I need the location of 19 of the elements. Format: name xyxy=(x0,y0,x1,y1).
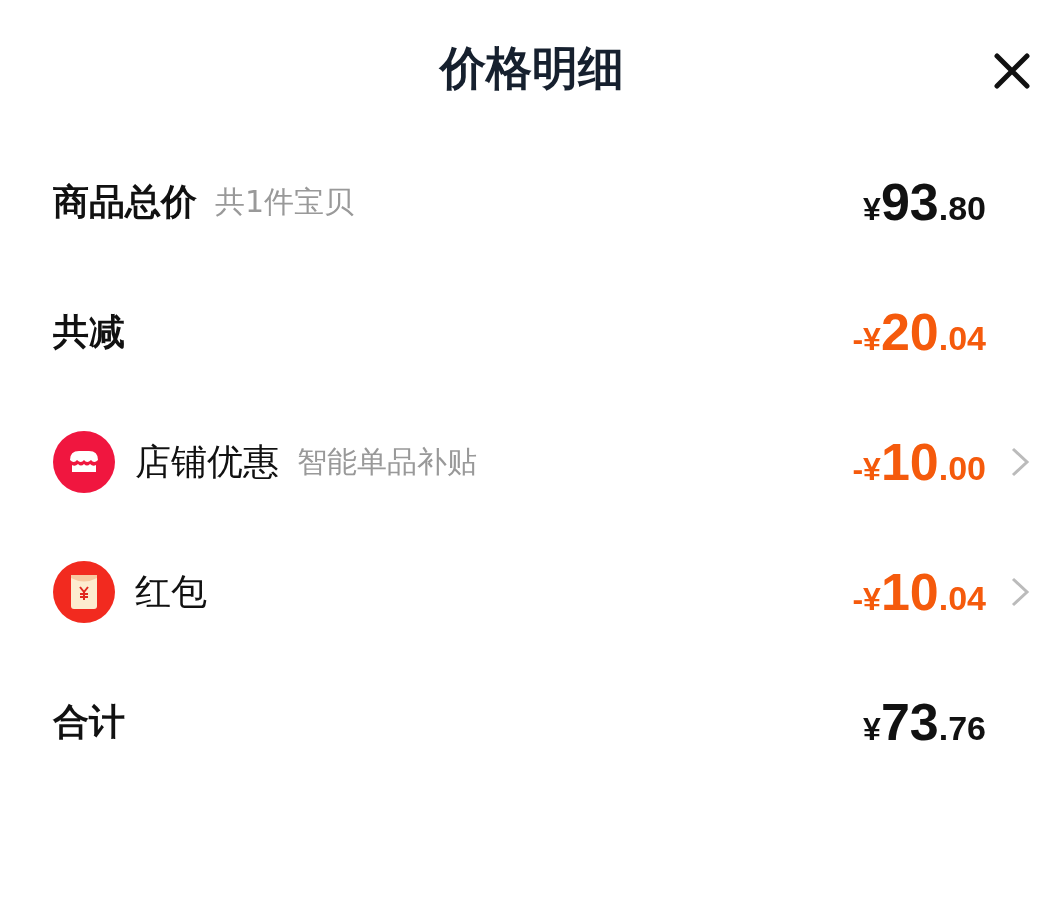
chevron-icon[interactable] xyxy=(1010,446,1030,478)
row-label: 店铺优惠 xyxy=(135,439,279,484)
close-button[interactable] xyxy=(993,52,1031,90)
price-amount: -¥10.04 xyxy=(852,562,986,622)
row-label: 共减 xyxy=(53,309,125,354)
row-label: 商品总价 xyxy=(53,179,197,224)
row-note: 智能单品补贴 xyxy=(297,442,477,481)
store-icon xyxy=(53,431,115,493)
chevron-icon[interactable] xyxy=(1010,576,1030,608)
row-label: 合计 xyxy=(53,699,125,744)
row-note: 共1件宝贝 xyxy=(215,182,355,221)
envelope-icon xyxy=(53,561,115,623)
close-icon xyxy=(993,52,1031,90)
row-label: 红包 xyxy=(135,569,207,614)
sheet-title: 价格明细 xyxy=(440,39,624,97)
price-amount: -¥10.00 xyxy=(852,432,986,492)
price-amount: ¥73.76 xyxy=(863,692,986,752)
price-amount: ¥93.80 xyxy=(863,172,986,232)
price-amount: -¥20.04 xyxy=(852,302,986,362)
